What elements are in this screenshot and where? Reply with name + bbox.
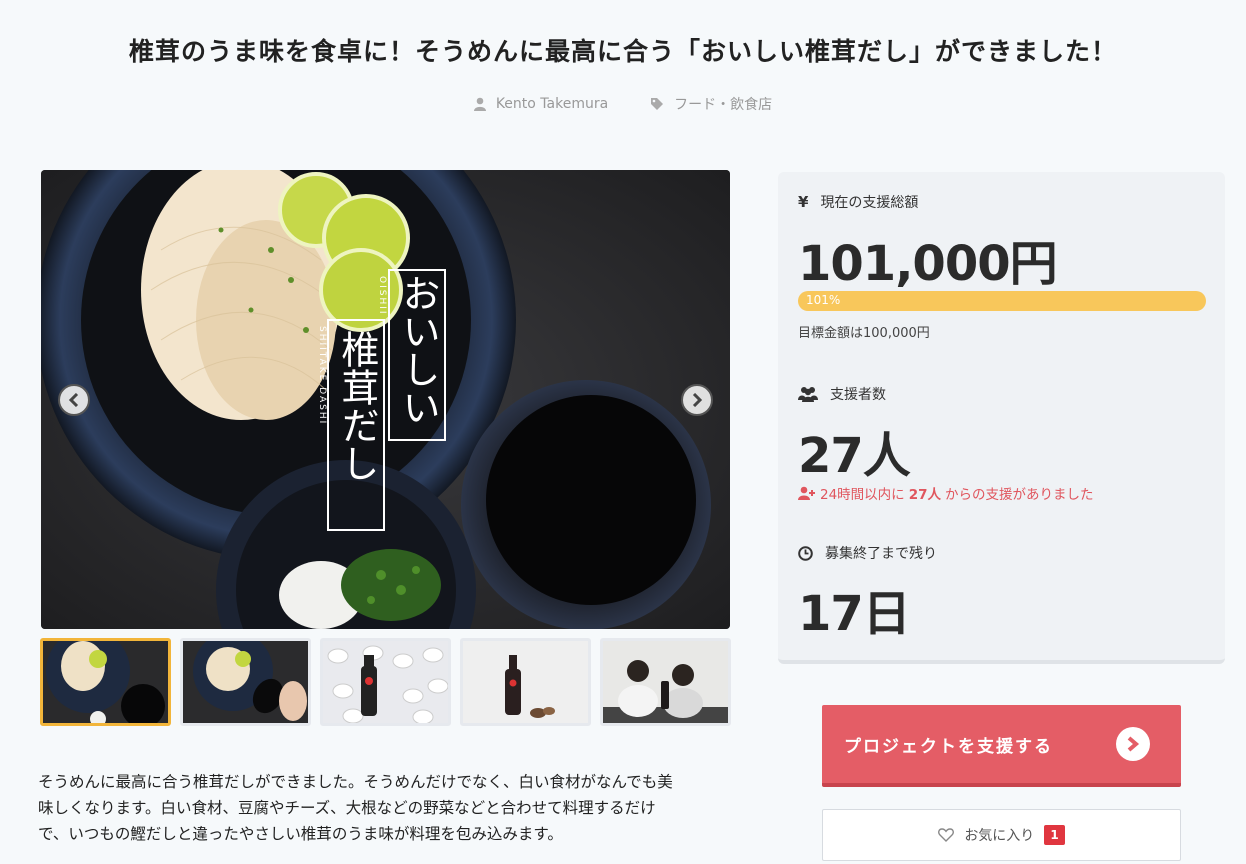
recent-prefix: 24時間以内に xyxy=(820,487,905,503)
support-button-label: プロジェクトを支援する xyxy=(844,736,1053,757)
yen-icon: ¥ xyxy=(798,193,809,211)
thumbnail-image xyxy=(43,641,168,723)
main-project-image: おいしい 椎茸だし OISHII SHIITAKE DASHI xyxy=(41,170,730,629)
image-caption-romaji-dashi: SHIITAKE DASHI xyxy=(317,326,327,426)
image-caption-oishii: おいしい xyxy=(396,274,440,426)
project-description: そうめんに最高に合う椎茸だしができました。そうめんだけでなく、白い食材がなんでも… xyxy=(38,769,738,847)
heart-icon xyxy=(938,828,955,842)
funding-progress-bar: 101% xyxy=(798,291,1206,311)
description-line: で、いつもの鰹だしと違ったやさしい椎茸のうま味が料理を包み込みます。 xyxy=(38,825,563,843)
page-title: 椎茸のうま味を食卓に！そうめんに最高に合う「おいしい椎茸だし」ができました！ xyxy=(128,37,1117,66)
category-link[interactable]: フード・飲食店 xyxy=(650,94,772,114)
favorite-label: お気に入り xyxy=(964,828,1035,844)
project-meta: Kento Takemura フード・飲食店 xyxy=(0,94,1246,114)
funding-stats-panel: ¥ 現在の支援総額 101,000円 101% 目標金額は100,000円 支援… xyxy=(778,172,1225,664)
carousel-prev-button[interactable] xyxy=(58,384,90,416)
remaining-value: 17日 xyxy=(798,586,911,642)
description-line: そうめんに最高に合う椎茸だしができました。そうめんだけでなく、白い食材がなんでも… xyxy=(38,773,673,791)
thumbnail-image xyxy=(183,641,308,723)
supporters-label-text: 支援者数 xyxy=(830,387,886,403)
recent-suffix: からの支援がありました xyxy=(944,487,1094,503)
user-plus-icon xyxy=(798,486,815,500)
thumbnail-1[interactable] xyxy=(40,638,171,726)
favorite-count-badge: 1 xyxy=(1044,825,1065,845)
thumbnail-image xyxy=(603,641,728,723)
thumbnail-4[interactable] xyxy=(460,638,591,726)
image-caption-shiitake-dashi: 椎茸だし xyxy=(335,330,379,482)
category-name: フード・飲食店 xyxy=(674,97,773,113)
users-icon xyxy=(798,387,818,402)
remaining-label-text: 募集終了まで残り xyxy=(825,546,937,562)
thumbnail-image xyxy=(463,641,588,723)
carousel-next-button[interactable] xyxy=(681,384,713,416)
total-amount-label: ¥ 現在の支援総額 xyxy=(798,192,918,212)
author-name: Kento Takemura xyxy=(495,96,609,112)
clock-icon xyxy=(798,545,813,561)
recent-supporters-notice: 24時間以内に 27人 からの支援がありました xyxy=(798,483,1093,503)
thumbnail-2[interactable] xyxy=(180,638,311,726)
supporters-label: 支援者数 xyxy=(798,384,886,404)
thumbnail-5[interactable] xyxy=(600,638,731,726)
arrow-right-circle-icon xyxy=(1116,727,1150,761)
recent-count: 27人 xyxy=(908,487,941,503)
chevron-right-icon xyxy=(692,393,703,407)
total-amount-label-text: 現在の支援総額 xyxy=(820,195,919,211)
chevron-left-icon xyxy=(68,393,79,407)
remaining-label: 募集終了まで残り xyxy=(798,543,937,563)
food-photo xyxy=(41,170,730,629)
supporters-value: 27人 xyxy=(798,428,911,484)
user-icon xyxy=(473,97,486,111)
favorite-button[interactable]: お気に入り 1 xyxy=(822,809,1181,861)
support-project-button[interactable]: プロジェクトを支援する xyxy=(822,705,1181,787)
thumbnail-3[interactable] xyxy=(320,638,451,726)
goal-amount: 目標金額は100,000円 xyxy=(798,326,930,341)
thumbnail-strip xyxy=(40,638,731,726)
progress-percent: 101% xyxy=(806,293,841,307)
author-link[interactable]: Kento Takemura xyxy=(473,94,609,114)
total-amount-value: 101,000円 xyxy=(798,236,1058,292)
image-caption-romaji-oishii: OISHII xyxy=(377,276,387,316)
thumbnail-image xyxy=(323,641,448,723)
tag-icon xyxy=(651,98,664,110)
description-line: 味しくなります。白い食材、豆腐やチーズ、大根などの野菜などと合わせて料理するだけ xyxy=(38,799,656,817)
